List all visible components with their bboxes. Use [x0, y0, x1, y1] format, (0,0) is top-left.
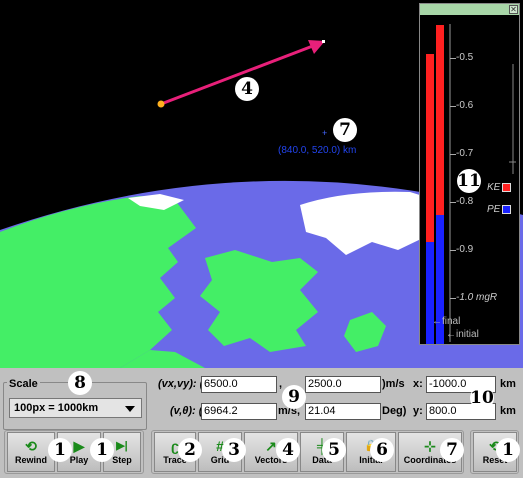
- control-panel: Scale 8 100px = 1000km (vx,vy): ( 6500.0…: [0, 368, 523, 478]
- vx-input[interactable]: 6500.0: [201, 376, 277, 393]
- satellite-coordinate-readout: (840.0, 520.0) km: [278, 145, 357, 156]
- x-label: x:: [413, 378, 423, 390]
- annotation-coordinate: 7: [333, 118, 357, 142]
- rewind-label: Rewind: [14, 455, 47, 465]
- rewind-icon: ⟲: [25, 438, 37, 454]
- v-input[interactable]: 6964.2: [201, 403, 277, 420]
- energy-panel[interactable]: ✕ -0.5 -0.6 -0.7 -0.8 -0.9 -1.0 mgR 11 K…: [419, 3, 520, 345]
- satellite-marker: [322, 40, 325, 43]
- annotation-grid: 3: [222, 438, 246, 462]
- tick-label: -0.8: [456, 196, 474, 207]
- theta-input[interactable]: 21.04: [305, 403, 381, 420]
- annotation-energy: 11: [457, 169, 481, 193]
- ke-bar-initial: [436, 25, 444, 215]
- tick-label: -1.0 mgR: [456, 292, 498, 303]
- annotation-velocity: 9: [282, 385, 306, 409]
- annotation-reset: 1: [496, 438, 520, 462]
- velocity-xy-unit: )m/s: [382, 378, 405, 390]
- pe-bar-final: [426, 242, 434, 344]
- annotation-vectors: 4: [276, 438, 300, 462]
- legend-ke-label: KE: [487, 182, 501, 193]
- final-arrow-label: ←final: [432, 316, 461, 327]
- velocity-polar-label: (v,θ): (: [170, 405, 203, 417]
- satellite-start: [157, 100, 165, 108]
- initial-arrow-label: ←initial: [446, 329, 479, 340]
- chevron-down-icon[interactable]: [125, 406, 135, 412]
- y-label: y:: [413, 405, 423, 417]
- velocity-xy-comma: ,: [279, 378, 283, 390]
- annotation-position: 10: [470, 386, 494, 410]
- pe-swatch: [502, 205, 512, 214]
- scale-dropdown[interactable]: 100px = 1000km: [9, 398, 142, 418]
- ke-swatch: [502, 183, 512, 192]
- vy-input[interactable]: 2500.0: [305, 376, 381, 393]
- tick-label: -0.5: [456, 52, 474, 63]
- coord-cross: +: [322, 128, 327, 138]
- legend-pe: PE: [487, 204, 512, 215]
- simulation-canvas[interactable]: + 4 7 (840.0, 520.0) km ✕ -0.5 -0.6 -0.7…: [0, 0, 523, 368]
- ke-bar-final: [426, 54, 434, 242]
- annotation-rewind: 1: [48, 438, 72, 462]
- angle-unit: Deg): [382, 405, 407, 417]
- tick-label: -0.7: [456, 148, 474, 159]
- velocity-xy-label: (vx,vy): (: [158, 378, 204, 390]
- legend-ke: KE: [487, 182, 512, 193]
- scale-legend: Scale: [7, 378, 40, 390]
- scale-dropdown-value: 100px = 1000km: [14, 402, 99, 414]
- legend-pe-label: PE: [487, 204, 501, 215]
- y-unit: km: [500, 405, 516, 417]
- annotation-vector: 4: [235, 77, 259, 101]
- annotation-trace: 2: [178, 438, 202, 462]
- annotation-data: 5: [322, 438, 346, 462]
- annotation-coordinates: 7: [440, 438, 464, 462]
- annotation-scale: 8: [68, 371, 92, 395]
- tick-label: -0.9: [456, 244, 474, 255]
- x-unit: km: [500, 378, 516, 390]
- annotation-play: 1: [90, 438, 114, 462]
- tick-label: -0.6: [456, 100, 474, 111]
- annotation-initial: 6: [370, 438, 394, 462]
